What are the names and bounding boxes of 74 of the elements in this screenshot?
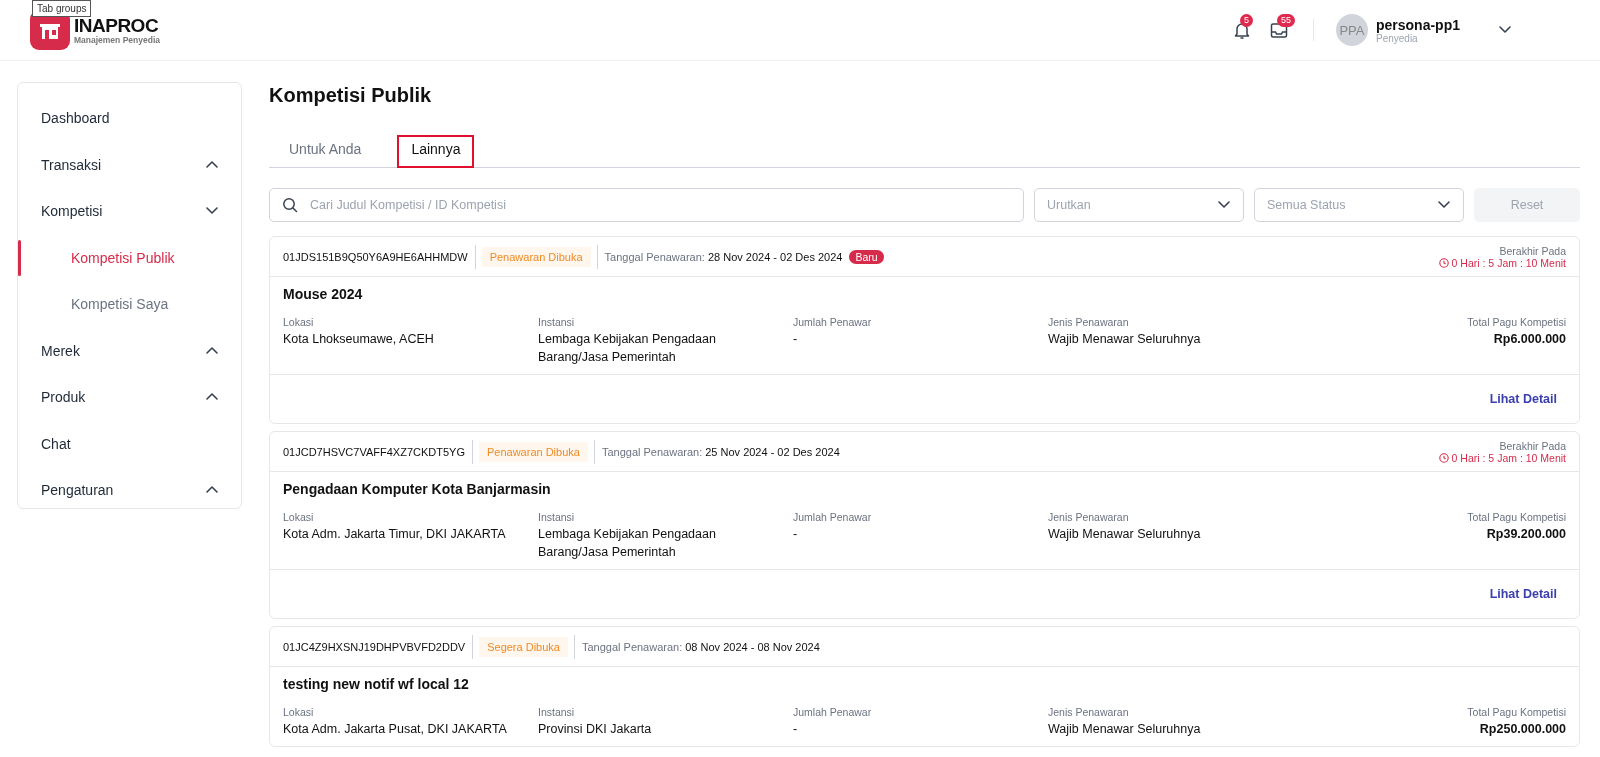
field-label: Instansi bbox=[538, 316, 576, 328]
date-range: 28 Nov 2024 - 02 Des 2024 bbox=[707, 250, 843, 263]
field-value: Wajib Menawar Seluruhnya bbox=[1048, 721, 1202, 738]
status-label: Penawaran Dibuka bbox=[481, 246, 591, 267]
user-role: Penyedia bbox=[1376, 32, 1418, 44]
field-label: Lokasi bbox=[283, 316, 315, 328]
tooltip: Tab groups bbox=[32, 0, 92, 17]
notification-count: 5 bbox=[1240, 14, 1253, 27]
sidebar-subitem[interactable]: Kompetisi Saya bbox=[18, 281, 241, 328]
inbox-count: 55 bbox=[1277, 14, 1295, 27]
tab[interactable]: Untuk Anda bbox=[269, 141, 382, 168]
sidebar-item[interactable]: Chat bbox=[18, 420, 241, 467]
status-label: Segera Dibuka bbox=[479, 636, 568, 657]
competition-id: 01JC4Z9HXSNJ19DHPVBVFD2DDV bbox=[283, 634, 474, 659]
field-value: Wajib Menawar Seluruhnya bbox=[1048, 331, 1202, 348]
search-icon bbox=[282, 197, 298, 213]
date-range: 25 Nov 2024 - 02 Des 2024 bbox=[705, 445, 840, 458]
competition-id: 01JDS151B9Q50Y6A9HE6AHHMDW bbox=[283, 244, 476, 269]
field-label: Jenis Penawaran bbox=[1048, 706, 1130, 718]
field-label: Jumlah Penawar bbox=[793, 316, 873, 328]
field-label: Jumlah Penawar bbox=[793, 511, 873, 523]
field-label: Total Pagu Kompetisi bbox=[1467, 706, 1566, 718]
field-value: Wajib Menawar Seluruhnya bbox=[1048, 526, 1202, 543]
page-title: Kompetisi Publik bbox=[269, 83, 433, 107]
field-value: Rp250.000.000 bbox=[1479, 721, 1566, 738]
sidebar-subitem[interactable]: Kompetisi Publik bbox=[18, 234, 241, 281]
field-label: Jumlah Penawar bbox=[793, 706, 873, 718]
field-label: Total Pagu Kompetisi bbox=[1467, 511, 1566, 523]
clock-icon bbox=[1438, 452, 1449, 463]
clock-icon bbox=[1438, 257, 1449, 268]
logo-subtitle: Manajemen Penyedia bbox=[74, 34, 160, 45]
field-value: Lembaga Kebijakan Pengadaan Barang/Jasa Pemerintah bbox=[538, 526, 717, 561]
field-value: Kota Lhokseumawe, ACEH bbox=[283, 331, 435, 348]
logo-title: INAPROC bbox=[74, 15, 160, 35]
sidebar-item[interactable]: Merek bbox=[18, 327, 241, 374]
sidebar-item[interactable]: Transaksi bbox=[18, 141, 241, 188]
countdown: 0 Hari : 5 Jam : 10 Menit bbox=[1451, 451, 1566, 464]
field-label: Instansi bbox=[538, 511, 576, 523]
date-label: Tanggal Penawaran: bbox=[604, 250, 705, 263]
deadline-label: Berakhir Pada bbox=[1499, 244, 1566, 257]
sidebar-item[interactable]: Pengaturan bbox=[18, 467, 241, 514]
field-label: Jenis Penawaran bbox=[1048, 316, 1130, 328]
date-range: 08 Nov 2024 - 08 Nov 2024 bbox=[685, 640, 820, 653]
sidebar-item[interactable]: Dashboard bbox=[18, 95, 241, 142]
user-name: persona-pp1 bbox=[1376, 16, 1460, 33]
countdown: 0 Hari : 5 Jam : 10 Menit bbox=[1451, 256, 1566, 269]
date-label: Tanggal Penawaran: bbox=[581, 640, 683, 653]
field-value: Rp6.000.000 bbox=[1493, 331, 1566, 348]
field-value: - bbox=[793, 526, 799, 543]
field-value: Kota Adm. Jakarta Pusat, DKI JAKARTA bbox=[283, 721, 508, 738]
field-label: Lokasi bbox=[283, 511, 315, 523]
detail-link[interactable]: Lihat Detail bbox=[1489, 392, 1557, 406]
field-label: Lokasi bbox=[283, 706, 315, 718]
field-value: Provinsi DKI Jakarta bbox=[538, 721, 653, 738]
sidebar-item[interactable]: Kompetisi bbox=[18, 188, 241, 235]
field-value: - bbox=[793, 331, 799, 348]
sidebar-item[interactable]: Produk bbox=[18, 374, 241, 421]
field-value: Kota Adm. Jakarta Timur, DKI JAKARTA bbox=[283, 526, 507, 543]
deadline-label: Berakhir Pada bbox=[1499, 439, 1566, 452]
field-label: Total Pagu Kompetisi bbox=[1467, 316, 1566, 328]
date-label: Tanggal Penawaran: bbox=[601, 445, 703, 458]
field-value: Lembaga Kebijakan Pengadaan Barang/Jasa Pemerintah bbox=[538, 331, 717, 366]
field-value: - bbox=[793, 721, 799, 738]
competition-title: Pengadaan Komputer Kota Banjarmasin bbox=[282, 480, 552, 497]
field-value: Rp39.200.000 bbox=[1486, 526, 1566, 543]
tab[interactable]: Lainnya bbox=[397, 135, 475, 168]
field-label: Instansi bbox=[538, 706, 576, 718]
competition-title: testing new notif wf local 12 bbox=[282, 675, 470, 692]
status-label: Penawaran Dibuka bbox=[478, 441, 588, 462]
detail-link[interactable]: Lihat Detail bbox=[1489, 587, 1557, 601]
new-badge: Baru bbox=[849, 249, 884, 264]
field-label: Jenis Penawaran bbox=[1048, 511, 1130, 523]
competition-id: 01JCD7HSVC7VAFF4XZ7CKDT5YG bbox=[283, 439, 473, 464]
competition-title: Mouse 2024 bbox=[282, 285, 364, 302]
